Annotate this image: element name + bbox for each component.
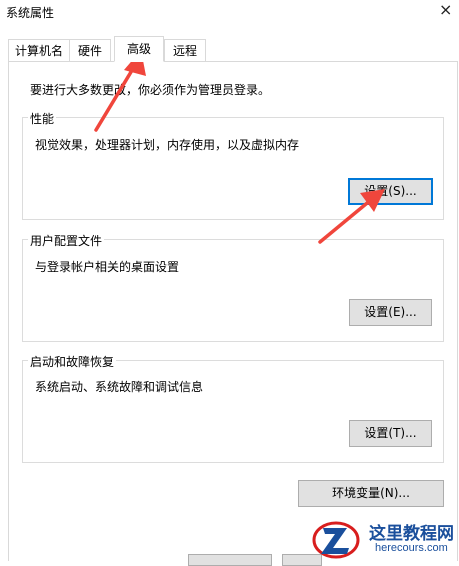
environment-variables-button[interactable]: 环境变量(N)... bbox=[298, 480, 444, 507]
tab-remote[interactable]: 远程 bbox=[164, 39, 206, 61]
performance-title: 性能 bbox=[28, 110, 57, 127]
user-profiles-settings-button[interactable]: 设置(E)... bbox=[349, 299, 432, 326]
startup-recovery-description: 系统启动、系统故障和调试信息 bbox=[35, 380, 204, 394]
startup-recovery-group bbox=[22, 360, 444, 463]
user-profiles-title: 用户配置文件 bbox=[28, 232, 105, 249]
tab-advanced[interactable]: 高级 bbox=[114, 36, 164, 62]
window-title: 系统属性 bbox=[6, 6, 55, 20]
tab-hardware[interactable]: 硬件 bbox=[69, 39, 111, 61]
performance-description: 视觉效果，处理器计划，内存使用，以及虚拟内存 bbox=[35, 138, 300, 152]
user-profiles-group bbox=[22, 239, 444, 342]
watermark-domain: herecours.com bbox=[375, 542, 448, 554]
startup-recovery-title: 启动和故障恢复 bbox=[28, 353, 117, 370]
watermark-logo-icon bbox=[311, 516, 361, 561]
startup-recovery-settings-button[interactable]: 设置(T)... bbox=[349, 420, 432, 447]
performance-settings-button[interactable]: 设置(S)... bbox=[348, 178, 433, 205]
user-profiles-description: 与登录帐户相关的桌面设置 bbox=[35, 260, 180, 274]
ok-button-partial[interactable] bbox=[188, 554, 272, 566]
watermark-site-name: 这里教程网 bbox=[369, 524, 454, 544]
admin-note: 要进行大多数更改，你必须作为管理员登录。 bbox=[30, 83, 271, 97]
close-icon[interactable]: × bbox=[439, 0, 452, 19]
title-bar bbox=[0, 0, 459, 32]
tab-computer-name[interactable]: 计算机名 bbox=[8, 39, 70, 61]
